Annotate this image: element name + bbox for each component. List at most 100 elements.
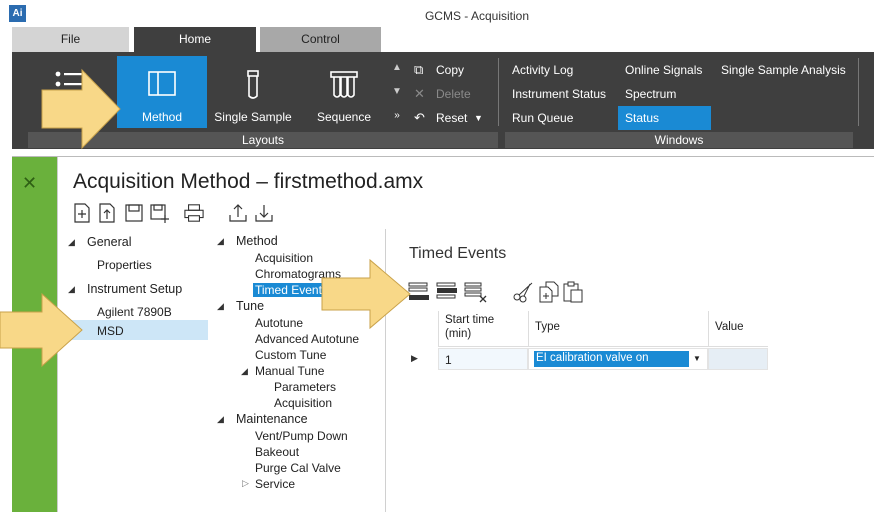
expanded-triangle-icon[interactable]: ◢ [217,301,224,312]
copy-rows-icon[interactable] [538,281,560,303]
content-area: ✕ Acquisition Method – firstmethod.amx ◢… [12,156,874,512]
cut-icon[interactable] [512,281,534,303]
ribbon: Method Single Sample Sequence ▲ ▼ » ⧉ Co… [12,52,874,149]
delete-button[interactable]: ✕ Delete [410,82,490,106]
section-title: Timed Events [409,245,507,262]
vial-icon [247,70,259,99]
windows-col-3: Single Sample Analysis [714,58,853,82]
scroll-up-icon[interactable]: ▲ [389,56,405,80]
method-button[interactable]: Method [117,56,207,128]
import-icon[interactable] [254,203,274,223]
activity-log-link[interactable]: Activity Log [505,58,613,82]
cell-start-time[interactable]: 1 [438,348,528,370]
callout-arrow-timed-events [321,258,411,330]
tree-service[interactable]: Service [255,477,295,491]
layouts-scroll[interactable]: ▲ ▼ » [389,56,405,128]
callout-arrow-msd [0,292,83,368]
tree-msd[interactable]: MSD [97,324,124,338]
status-link[interactable]: Status [618,106,711,130]
tree-manual-tune[interactable]: Manual Tune [255,364,324,378]
method-button-label: Method [141,110,183,124]
dropdown-arrow-icon[interactable]: ▼ [693,354,701,363]
instrument-status-link[interactable]: Instrument Status [505,82,613,106]
tree-custom-tune[interactable]: Custom Tune [255,348,326,362]
tree-maintenance[interactable]: Maintenance [236,412,308,426]
scroll-down-icon[interactable]: ▼ [389,80,405,104]
tree-instrument-setup[interactable]: Instrument Setup [87,282,182,296]
ribbon-separator [498,58,499,126]
delete-icon: ✕ [414,86,425,101]
method-book-icon [148,71,176,96]
expanded-triangle-icon[interactable]: ◢ [217,236,224,247]
cell-type-dropdown[interactable]: EI calibration valve on ▼ [528,348,708,370]
save-icon[interactable] [124,203,144,223]
callout-arrow-method [41,68,121,150]
tree-general[interactable]: General [87,235,131,249]
ribbon-separator-end [858,58,859,126]
tree-vent-pump-down[interactable]: Vent/Pump Down [255,429,348,443]
delete-label: Delete [436,87,471,101]
tab-control[interactable]: Control [260,27,381,52]
online-signals-link[interactable]: Online Signals [618,58,711,82]
method-editor: Acquisition Method – firstmethod.amx ◢ G… [57,157,874,512]
expanded-triangle-icon[interactable]: ◢ [68,237,75,248]
new-method-icon[interactable] [72,203,92,223]
tree-autotune[interactable]: Autotune [255,316,303,330]
tree-parameters[interactable]: Parameters [274,380,336,394]
tree-agilent-7890b[interactable]: Agilent 7890B [97,305,172,319]
type-selected-value[interactable]: EI calibration valve on [534,351,689,367]
edit-buttons: ⧉ Copy ✕ Delete ↶ Reset ▼ [410,58,490,130]
column-header-value[interactable]: Value [708,311,768,347]
tree-timed-events[interactable]: Timed Events [253,283,325,297]
save-as-icon[interactable] [149,203,169,223]
reset-label: Reset [436,111,468,125]
expanded-triangle-icon[interactable]: ◢ [241,366,248,377]
insert-row-below-icon[interactable] [436,281,458,303]
reset-dropdown-icon[interactable]: ▼ [474,106,483,130]
open-method-icon[interactable] [97,203,117,223]
tab-home[interactable]: Home [134,27,256,52]
reset-icon: ↶ [414,110,425,125]
row-pointer-icon: ▶ [411,353,418,363]
expand-more-icon[interactable]: » [389,104,405,128]
tree-bakeout[interactable]: Bakeout [255,445,299,459]
close-icon[interactable]: ✕ [22,173,37,194]
windows-col-1: Activity Log Instrument Status Run Queue [505,58,613,130]
run-queue-link[interactable]: Run Queue [505,106,613,130]
copy-icon: ⧉ [414,62,424,77]
sequence-label: Sequence [316,110,372,124]
page-title: Acquisition Method – firstmethod.amx [73,170,424,193]
left-tree: ◢ General Properties ◢ Instrument Setup … [58,229,208,512]
tree-manual-acquisition[interactable]: Acquisition [274,396,332,410]
cell-value[interactable] [708,348,768,370]
export-icon[interactable] [228,203,248,223]
tree-purge-cal-valve[interactable]: Purge Cal Valve [255,461,341,475]
ribbon-tab-row: File Home Control [0,26,874,52]
tree-tune[interactable]: Tune [236,299,264,313]
windows-group-label: Windows [505,132,853,148]
sequence-button[interactable]: Sequence [299,56,389,128]
title-bar: Ai GCMS - Acquisition [0,0,874,26]
single-sample-analysis-link[interactable]: Single Sample Analysis [714,58,853,82]
column-header-type[interactable]: Type [528,311,708,347]
print-icon[interactable] [184,203,204,223]
delete-row-icon[interactable] [464,281,488,303]
single-sample-button[interactable]: Single Sample [208,56,298,128]
collapsed-triangle-icon[interactable]: ▷ [242,478,249,489]
vials-rack-icon [330,71,358,98]
window-title: GCMS - Acquisition [424,9,530,23]
tree-advanced-autotune[interactable]: Advanced Autotune [255,332,359,346]
tree-acquisition[interactable]: Acquisition [255,251,313,265]
copy-label: Copy [436,63,465,77]
tree-properties[interactable]: Properties [97,258,152,272]
spectrum-link[interactable]: Spectrum [618,82,711,106]
tree-method[interactable]: Method [236,234,278,248]
copy-button[interactable]: ⧉ Copy [410,58,490,82]
expanded-triangle-icon[interactable]: ◢ [217,414,224,425]
timed-events-panel: Timed Events Start time (min) Type Value… [388,229,874,512]
column-header-start-time[interactable]: Start time (min) [438,311,528,347]
paste-icon[interactable] [562,281,584,303]
reset-button[interactable]: ↶ Reset ▼ [410,106,490,130]
single-sample-label: Single Sample [214,110,292,124]
tab-file[interactable]: File [12,27,129,52]
